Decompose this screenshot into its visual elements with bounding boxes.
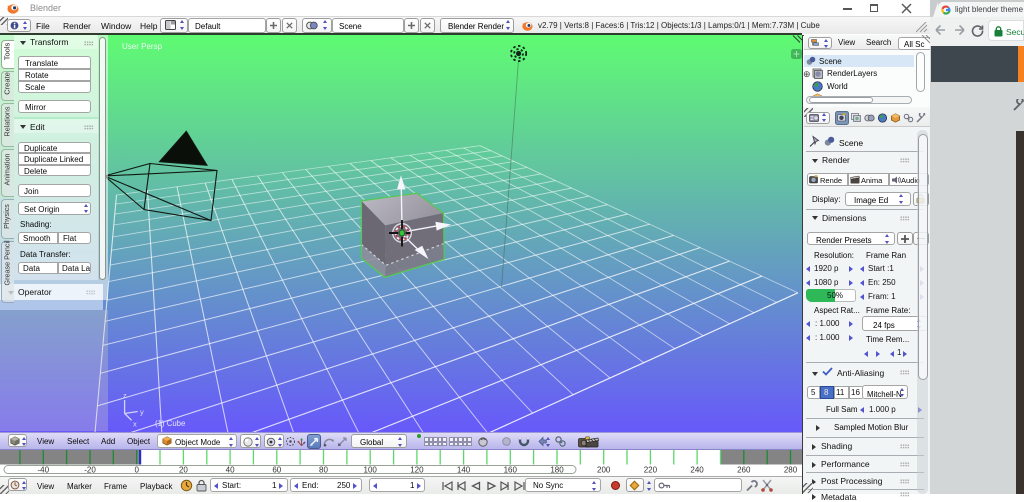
svg-text:60: 60 <box>272 465 281 474</box>
svg-text:40: 40 <box>226 465 235 474</box>
svg-text:-40: -40 <box>38 465 50 474</box>
svg-text:-20: -20 <box>84 465 96 474</box>
svg-text:80: 80 <box>319 465 328 474</box>
svg-text:220: 220 <box>644 465 658 474</box>
svg-text:280: 280 <box>784 465 798 474</box>
svg-text:180: 180 <box>550 465 564 474</box>
svg-text:120: 120 <box>410 465 424 474</box>
svg-text:20: 20 <box>179 465 188 474</box>
svg-text:160: 160 <box>504 465 518 474</box>
svg-text:y: y <box>140 407 144 416</box>
svg-text:140: 140 <box>457 465 471 474</box>
svg-text:100: 100 <box>364 465 378 474</box>
svg-text:0: 0 <box>134 465 139 474</box>
svg-text:(1) Cube: (1) Cube <box>155 419 185 428</box>
svg-text:200: 200 <box>597 465 611 474</box>
svg-text:User Persp: User Persp <box>122 42 163 51</box>
svg-text:240: 240 <box>690 465 704 474</box>
svg-text:260: 260 <box>737 465 751 474</box>
svg-text:z: z <box>123 391 127 400</box>
svg-text:x: x <box>133 419 137 428</box>
